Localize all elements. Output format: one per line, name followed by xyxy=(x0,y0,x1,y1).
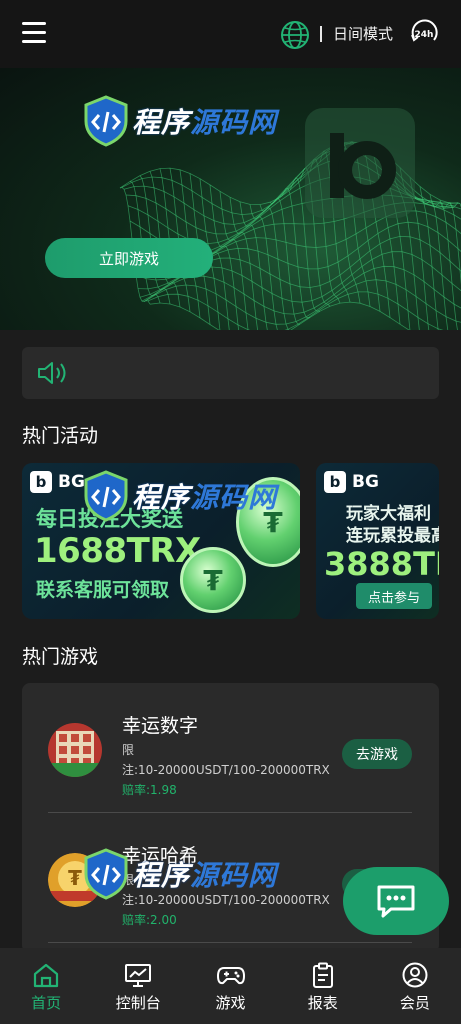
tab-console[interactable]: 控制台 xyxy=(92,948,184,1024)
hamburger-menu-icon[interactable] xyxy=(22,22,46,44)
shield-code-icon xyxy=(84,848,128,900)
header-divider xyxy=(320,26,322,42)
game-odds: 赔率:1.98 xyxy=(122,783,177,797)
join-button[interactable]: 点击参与 xyxy=(356,583,432,609)
bg-logo-icon: b xyxy=(30,471,52,493)
game-item[interactable]: 幸运数字 限 注:10-20000USDT/100-200000TRX 赔率:1… xyxy=(22,683,439,813)
theme-mode-toggle[interactable]: 日间模式 xyxy=(333,23,393,44)
bottom-tab-bar: 首页 控制台 游戏 报表 会员 xyxy=(0,948,461,1024)
support-badge-text: 24h xyxy=(415,30,434,40)
site-watermark: 程序源码网 xyxy=(82,848,277,900)
monitor-chart-icon xyxy=(125,964,152,987)
brand-logo-watermark xyxy=(305,108,415,218)
tab-label: 控制台 xyxy=(115,994,161,1012)
promo-subline: 联系客服可领取 xyxy=(36,579,170,601)
promo-amount: 3888TRX xyxy=(324,545,439,583)
tab-games[interactable]: 游戏 xyxy=(184,948,276,1024)
tab-label: 报表 xyxy=(307,994,338,1012)
tab-label: 会员 xyxy=(399,994,430,1012)
speaker-icon xyxy=(38,362,66,384)
game-odds: 赔率:2.00 xyxy=(122,913,177,927)
site-watermark: 程序源码网 xyxy=(82,470,277,522)
promo-brand-name: BG xyxy=(352,472,379,492)
tab-label: 游戏 xyxy=(215,994,246,1012)
game-limit: 限 xyxy=(122,743,135,757)
globe-icon[interactable] xyxy=(280,20,310,50)
game-thumbnail xyxy=(48,723,102,777)
tab-member[interactable]: 会员 xyxy=(369,948,461,1024)
promo-amount: 1688TRX xyxy=(34,531,201,571)
bg-logo-icon: b xyxy=(324,471,346,493)
shield-code-icon xyxy=(84,470,128,522)
watermark-text-blue: 源码网 xyxy=(190,481,278,514)
go-play-button[interactable]: 去游戏 xyxy=(342,739,412,769)
tab-home[interactable]: 首页 xyxy=(0,948,92,1024)
promo-card[interactable]: b BG 玩家大福利 连玩累投最高 3888TRX 点击参与 xyxy=(316,463,439,619)
support-24h-icon[interactable]: 24h xyxy=(408,18,440,48)
shield-code-icon xyxy=(84,95,128,147)
promo-brand-name: BG xyxy=(58,472,85,492)
row-divider xyxy=(48,942,412,943)
tab-label: 首页 xyxy=(31,994,62,1012)
play-now-button[interactable]: 立即游戏 xyxy=(45,238,213,278)
announcement-bar[interactable] xyxy=(22,347,439,399)
watermark-text-white: 程序 xyxy=(132,106,191,139)
user-icon xyxy=(402,962,428,988)
game-bet-range: 注:10-20000USDT/100-200000TRX xyxy=(122,763,330,777)
watermark-text-white: 程序 xyxy=(132,481,191,514)
section-title-games: 热门游戏 xyxy=(22,646,99,668)
promo-brand: b BG xyxy=(324,471,379,493)
gamepad-icon xyxy=(216,967,245,985)
chat-bubble-icon xyxy=(377,885,415,918)
watermark-text-blue: 源码网 xyxy=(190,106,278,139)
site-watermark: 程序源码网 xyxy=(82,95,277,147)
promo-brand: b BG xyxy=(30,471,85,493)
chat-support-button[interactable] xyxy=(343,867,449,935)
section-title-activities: 热门活动 xyxy=(22,425,99,447)
home-icon xyxy=(33,963,59,988)
watermark-text-white: 程序 xyxy=(132,859,191,892)
tab-reports[interactable]: 报表 xyxy=(277,948,369,1024)
svg-text:₮: ₮ xyxy=(68,866,82,890)
clipboard-icon xyxy=(312,962,333,988)
coin-graphic: ₮ xyxy=(180,547,246,613)
promo-subline: 连玩累投最高 xyxy=(346,526,439,546)
watermark-text-blue: 源码网 xyxy=(190,859,278,892)
game-name: 幸运数字 xyxy=(122,715,199,737)
top-bar: 日间模式 24h xyxy=(0,0,461,68)
